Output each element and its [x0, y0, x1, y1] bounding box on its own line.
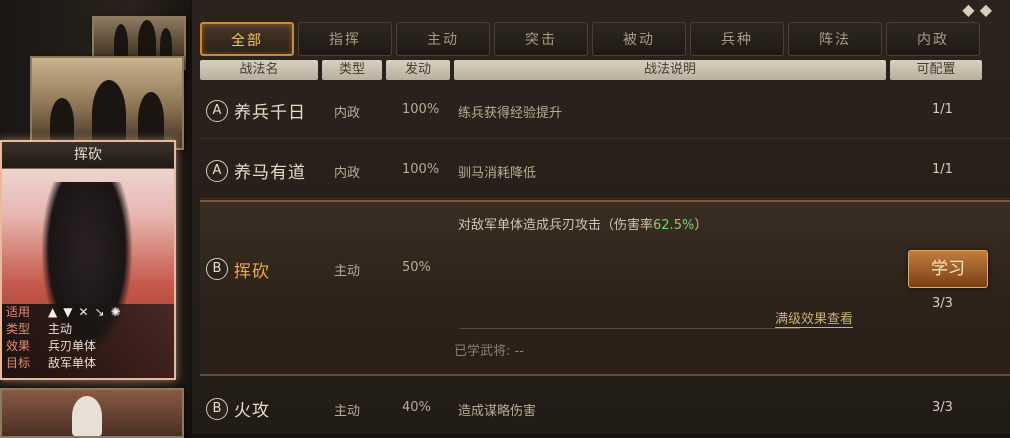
header-trigger: 发动 [386, 60, 450, 80]
skill-type: 主动 [334, 264, 361, 279]
cavalry-icon: ▲ [48, 305, 58, 319]
troop-type-icons: ▲ ▼ ✕ ↘ ✺ [48, 304, 121, 321]
tab-internal-affairs[interactable]: 内政 [886, 22, 980, 56]
skill-rate: 100% [402, 102, 440, 117]
card-info-key: 效果 [6, 339, 31, 353]
divider [460, 328, 800, 329]
selected-skill-card: 挥砍 适用 ▲ ▼ ✕ ↘ ✺ 类型 主动 效果 兵刃单体 目标 敌军单体 [0, 140, 176, 380]
table-row-expanded[interactable]: 对敌军单体造成兵刃攻击（伤害率62.5%） B 挥砍 主动 50% 学习 3/3… [200, 200, 1010, 376]
card-info-value: 兵刃单体 [48, 339, 97, 353]
tab-assault[interactable]: 突击 [494, 22, 588, 56]
card-thumbnail[interactable] [30, 56, 184, 150]
tab-formation[interactable]: 阵法 [788, 22, 882, 56]
table-row[interactable]: B 火攻 主动 40% 造成谋略伤害 3/3 [200, 378, 1010, 434]
skill-rate: 50% [402, 260, 431, 275]
spear-icon: ↘ [94, 305, 105, 319]
shield-icon: ▼ [63, 305, 73, 319]
skill-config: 3/3 [932, 296, 953, 311]
skill-description: 练兵获得经验提升 [458, 106, 563, 121]
bow-icon: ✕ [78, 305, 89, 319]
header-config: 可配置 [890, 60, 982, 80]
grade-badge: B [206, 258, 228, 280]
table-row[interactable]: A 养兵千日 内政 100% 练兵获得经验提升 1/1 [200, 82, 1010, 139]
skill-name: 养兵千日 [234, 103, 306, 123]
category-tabs: 全部 指挥 主动 突击 被动 兵种 阵法 内政 [200, 22, 980, 56]
tab-all[interactable]: 全部 [200, 22, 294, 56]
skill-description: 造成谋略伤害 [458, 404, 537, 419]
table-row[interactable]: A 养马有道 内政 100% 驯马消耗降低 1/1 [200, 142, 1010, 199]
grade-badge: A [206, 160, 228, 182]
skill-name: 养马有道 [234, 163, 306, 183]
grade-badge: A [206, 100, 228, 122]
skill-config: 1/1 [932, 102, 953, 117]
card-info-key: 类型 [6, 322, 31, 336]
header-name: 战法名 [200, 60, 318, 80]
skill-type: 内政 [334, 106, 361, 121]
settings-icon[interactable]: ◆ ◆ [962, 0, 992, 19]
tab-passive[interactable]: 被动 [592, 22, 686, 56]
skill-type: 内政 [334, 166, 361, 181]
skill-description: 驯马消耗降低 [458, 166, 537, 181]
card-info-panel: 适用 ▲ ▼ ✕ ↘ ✺ 类型 主动 效果 兵刃单体 目标 敌军单体 [2, 304, 174, 378]
skill-rate: 100% [402, 162, 440, 177]
skill-card-column: 挥砍 适用 ▲ ▼ ✕ ↘ ✺ 类型 主动 效果 兵刃单体 目标 敌军单体 [0, 0, 190, 438]
card-info-key: 目标 [6, 356, 31, 370]
skill-rate: 40% [402, 400, 431, 415]
learned-generals: 已学武将: -- [454, 344, 524, 359]
card-info-key: 适用 [6, 305, 31, 319]
card-info-value: 主动 [48, 322, 73, 336]
skill-config: 3/3 [932, 400, 953, 415]
skill-name: 挥砍 [234, 262, 270, 282]
tab-active[interactable]: 主动 [396, 22, 490, 56]
header-type: 类型 [322, 60, 382, 80]
siege-icon: ✺ [110, 305, 121, 319]
skill-name: 火攻 [234, 401, 270, 421]
card-title: 挥砍 [2, 142, 174, 169]
header-description: 战法说明 [454, 60, 886, 80]
description-text: 对敌军单体造成兵刃攻击（伤害率 [458, 218, 654, 233]
damage-rate-value: 62.5% [653, 218, 695, 233]
tab-command[interactable]: 指挥 [298, 22, 392, 56]
skill-type: 主动 [334, 404, 361, 419]
card-thumbnail[interactable] [0, 388, 184, 438]
full-effect-link[interactable]: 满级效果查看 [775, 308, 854, 328]
learn-button[interactable]: 学习 [908, 250, 988, 288]
skill-list-panel: ◆ ◆ 全部 指挥 主动 突击 被动 兵种 阵法 内政 战法名 类型 发动 战法… [192, 0, 1010, 434]
grade-badge: B [206, 398, 228, 420]
skill-description: 对敌军单体造成兵刃攻击（伤害率62.5%） [458, 214, 707, 233]
skill-config: 1/1 [932, 162, 953, 177]
tab-troop[interactable]: 兵种 [690, 22, 784, 56]
description-text-end: ） [694, 218, 708, 233]
card-info-value: 敌军单体 [48, 356, 97, 370]
